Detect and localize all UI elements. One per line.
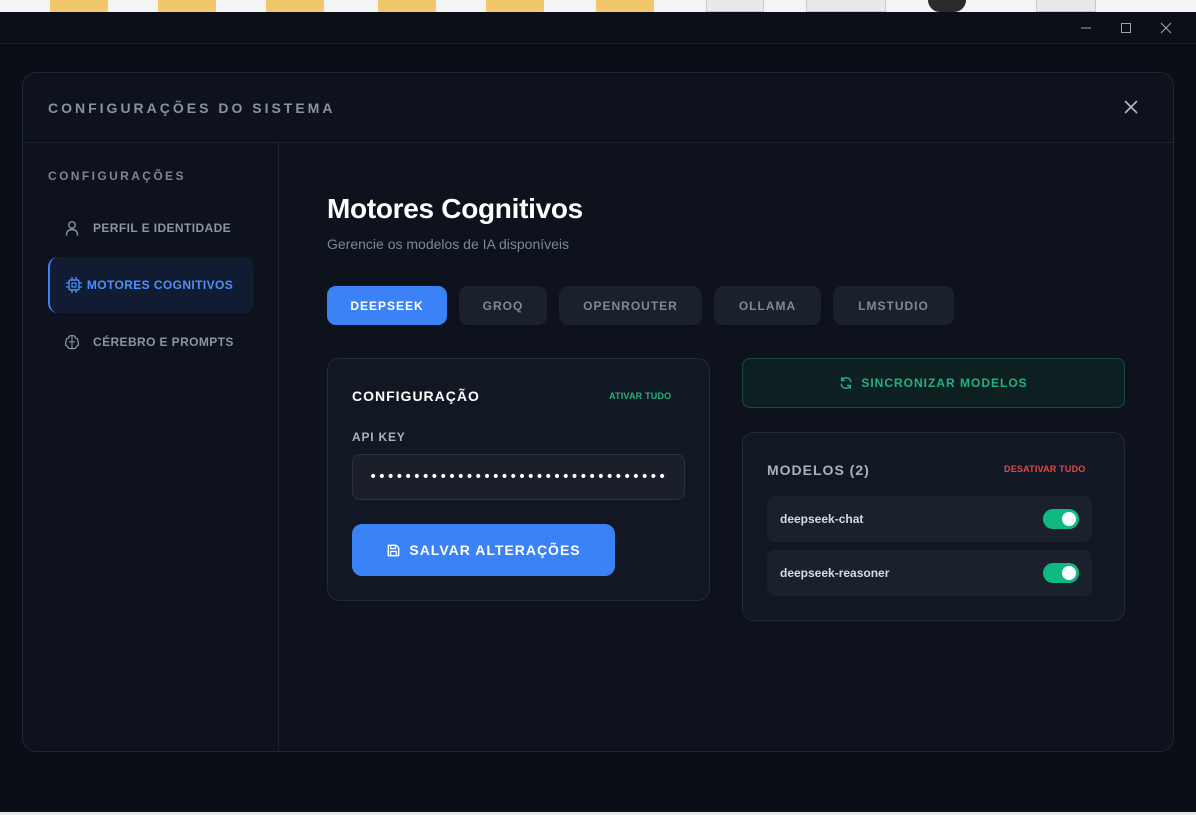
api-key-input[interactable] xyxy=(352,454,685,500)
model-name: deepseek-reasoner xyxy=(780,566,890,580)
tab-deepseek[interactable]: DEEPSEEK xyxy=(327,286,447,325)
config-card: CONFIGURAÇÃO ATIVAR TUDO API KEY SALVAR … xyxy=(327,358,710,601)
folder-icon xyxy=(486,0,544,12)
folder-icon xyxy=(50,0,108,12)
save-button-label: SALVAR ALTERAÇÕES xyxy=(409,542,581,558)
sync-models-button[interactable]: SINCRONIZAR MODELOS xyxy=(742,358,1125,408)
document-icon xyxy=(706,0,764,12)
minimize-icon xyxy=(1081,27,1091,29)
document-icon xyxy=(1036,0,1096,12)
cpu-icon xyxy=(65,276,83,294)
api-key-label: API KEY xyxy=(352,430,406,444)
models-title: MODELOS (2) xyxy=(767,462,870,478)
tab-lmstudio[interactable]: LMSTUDIO xyxy=(833,286,954,325)
tab-openrouter[interactable]: OPENROUTER xyxy=(559,286,702,325)
models-card: MODELOS (2) DESATIVAR TUDO deepseek-chat… xyxy=(742,432,1125,621)
sidebar-item-perfil[interactable]: PERFIL E IDENTIDADE xyxy=(48,213,254,243)
modal-title: CONFIGURAÇÕES DO SISTEMA xyxy=(48,100,336,116)
model-toggle[interactable] xyxy=(1043,563,1079,583)
page-subtitle: Gerencie os modelos de IA disponíveis xyxy=(327,236,570,252)
app-icon xyxy=(928,0,966,12)
model-row: deepseek-reasoner xyxy=(767,550,1092,596)
folder-icon xyxy=(596,0,654,12)
tab-ollama[interactable]: OLLAMA xyxy=(714,286,821,325)
toggle-knob xyxy=(1062,566,1076,580)
title-bar xyxy=(0,12,1196,44)
maximize-icon xyxy=(1121,23,1131,33)
settings-sidebar: CONFIGURAÇÕES PERFIL E IDENTIDADE MOTORE… xyxy=(23,143,279,751)
tab-groq[interactable]: GROQ xyxy=(459,286,547,325)
model-row: deepseek-chat xyxy=(767,496,1092,542)
close-icon xyxy=(1124,100,1138,114)
minimize-button[interactable] xyxy=(1072,16,1100,40)
model-toggle[interactable] xyxy=(1043,509,1079,529)
maximize-button[interactable] xyxy=(1112,16,1140,40)
refresh-icon xyxy=(840,377,852,389)
toggle-knob xyxy=(1062,512,1076,526)
folder-icon xyxy=(158,0,216,12)
close-icon xyxy=(1160,22,1172,34)
user-icon xyxy=(63,219,81,237)
document-icon xyxy=(806,0,886,12)
sidebar-heading: CONFIGURAÇÕES xyxy=(48,169,186,183)
modal-header: CONFIGURAÇÕES DO SISTEMA xyxy=(23,73,1173,143)
save-icon xyxy=(388,544,400,556)
brain-icon xyxy=(63,333,81,351)
desktop-icons-strip xyxy=(0,0,1196,12)
config-title: CONFIGURAÇÃO xyxy=(352,388,480,404)
save-button[interactable]: SALVAR ALTERAÇÕES xyxy=(352,524,615,576)
modal-close-button[interactable] xyxy=(1120,96,1142,118)
folder-icon xyxy=(266,0,324,12)
window-close-button[interactable] xyxy=(1152,16,1180,40)
folder-icon xyxy=(378,0,436,12)
sync-models-label: SINCRONIZAR MODELOS xyxy=(861,376,1028,390)
deactivate-all-link[interactable]: DESATIVAR TUDO xyxy=(1004,464,1085,474)
sidebar-item-motores[interactable]: MOTORES COGNITIVOS xyxy=(48,257,254,313)
model-name: deepseek-chat xyxy=(780,512,864,526)
activate-all-link[interactable]: ATIVAR TUDO xyxy=(609,391,671,401)
sidebar-item-cerebro[interactable]: CÉREBRO E PROMPTS xyxy=(48,327,254,357)
page-title: Motores Cognitivos xyxy=(327,193,583,224)
